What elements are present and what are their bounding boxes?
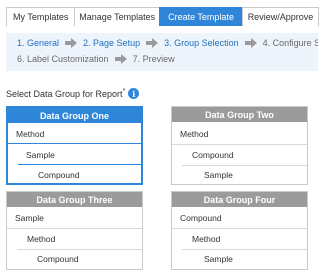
divider [17, 249, 142, 250]
arrow-right-icon [146, 38, 159, 48]
step-preview: 7. Preview [132, 54, 175, 64]
step-configure-section: 4. Configure Section [262, 38, 318, 48]
divider [182, 249, 307, 250]
step-group-selection[interactable]: 3. Group Selection [164, 38, 239, 48]
group-level-3: Compound [37, 254, 79, 264]
group-level-1: Compound [180, 213, 222, 223]
wizard-steps: 1. General 2. Page Setup 3. Group Select… [6, 33, 318, 71]
group-level-1: Method [180, 129, 209, 139]
group-level-1: Method [16, 129, 45, 139]
required-mark: * [122, 88, 126, 95]
data-group-four-card[interactable]: Data Group Four Compound Method Sample [171, 191, 308, 270]
data-group-title: Data Group Four [172, 192, 307, 207]
group-level-3: Sample [204, 170, 233, 180]
arrow-right-icon [114, 54, 127, 64]
group-level-2: Method [192, 234, 221, 244]
tab-review-approve[interactable]: Review/Approve [241, 7, 319, 26]
tab-manage-templates[interactable]: Manage Templates [74, 7, 161, 26]
data-group-two-card[interactable]: Data Group Two Method Compound Sample [171, 106, 308, 185]
info-icon[interactable]: i [128, 88, 140, 99]
wizard-steps-row-2: 6. Label Customization 7. Preview [17, 54, 175, 64]
arrow-right-icon [65, 38, 78, 48]
divider [18, 164, 141, 165]
select-data-group-label: Select Data Group for Report * i [6, 88, 140, 99]
step-page-setup[interactable]: 2. Page Setup [83, 38, 140, 48]
divider [172, 228, 307, 229]
data-group-one-card[interactable]: Data Group One Method Sample Compound [6, 106, 143, 185]
data-group-three-card[interactable]: Data Group Three Sample Method Compound [6, 191, 143, 270]
group-level-3: Sample [204, 254, 233, 264]
select-data-group-text: Select Data Group for Report [6, 88, 123, 99]
wizard-steps-row-1: 1. General 2. Page Setup 3. Group Select… [17, 38, 318, 48]
tab-my-templates[interactable]: My Templates [6, 7, 76, 26]
data-group-title: Data Group Three [7, 192, 142, 207]
step-label-customization: 6. Label Customization [17, 54, 109, 64]
tab-create-template[interactable]: Create Template [159, 7, 243, 26]
group-level-2: Method [27, 234, 56, 244]
group-level-3: Compound [38, 170, 80, 180]
divider [7, 228, 142, 229]
divider [172, 144, 307, 145]
template-tabs: My Templates Manage Templates Create Tem… [6, 7, 319, 26]
data-group-title: Data Group One [8, 108, 141, 123]
step-general[interactable]: 1. General [17, 38, 59, 48]
divider [8, 143, 141, 144]
divider [182, 165, 307, 166]
data-group-title: Data Group Two [172, 107, 307, 122]
group-level-2: Sample [26, 150, 55, 160]
group-level-2: Compound [192, 150, 234, 160]
arrow-right-icon [244, 38, 257, 48]
group-level-1: Sample [15, 213, 44, 223]
